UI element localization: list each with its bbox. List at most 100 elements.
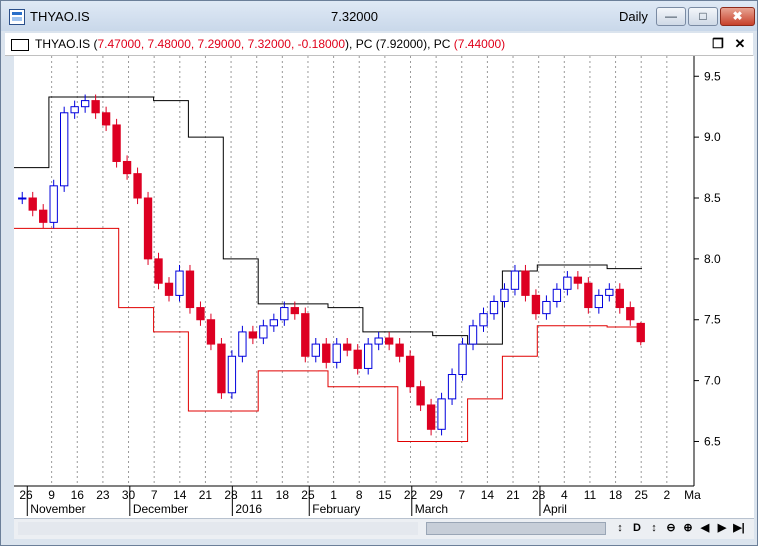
candle-body bbox=[552, 288, 562, 302]
candle-body bbox=[521, 270, 530, 296]
y-tick-label: 7.5 bbox=[704, 313, 721, 327]
x-tick-label: 15 bbox=[378, 488, 392, 502]
legend-symbol: THYAO.IS bbox=[35, 37, 91, 51]
candle-body bbox=[468, 325, 478, 345]
x-tick-label: 16 bbox=[71, 488, 85, 502]
scroll-right-icon[interactable]: ▶ bbox=[714, 521, 730, 536]
candle-body bbox=[626, 307, 635, 321]
x-month-label: April bbox=[543, 502, 567, 516]
candle-body bbox=[164, 282, 174, 296]
scroll-track[interactable] bbox=[18, 522, 418, 535]
x-month-label: 2016 bbox=[235, 502, 262, 516]
y-tick-label: 9.0 bbox=[704, 130, 721, 144]
candle-body bbox=[259, 325, 268, 339]
chart-scrollbar[interactable]: ↕ D ↕ ⊖ ⊕ ◀ ▶ ▶| bbox=[14, 518, 754, 539]
candle-body bbox=[489, 300, 499, 315]
candlestick-chart[interactable]: 26 9 16 23 30 7 14 21 28 11 18 25 1 8 15 22 29 7 14 21 28 4 11… bbox=[14, 56, 754, 518]
chart-pane-icon bbox=[11, 39, 29, 51]
scroll-thumb[interactable] bbox=[426, 522, 606, 535]
candle-body bbox=[49, 185, 58, 223]
candle-body bbox=[60, 112, 69, 187]
candle-body bbox=[510, 270, 520, 290]
candle-body bbox=[217, 343, 226, 394]
x-tick-label: 25 bbox=[635, 488, 649, 502]
x-tick-label: Ma bbox=[684, 488, 701, 502]
scroll-vertical-icon[interactable]: ↕ bbox=[646, 521, 662, 536]
window-last-price: 7.32000 bbox=[331, 9, 378, 24]
chart-legend: THYAO.IS (7.47000, 7.48000, 7.29000, 7.3… bbox=[35, 37, 505, 51]
x-tick-label: 21 bbox=[199, 488, 213, 502]
close-pane-icon[interactable]: ✕ bbox=[731, 36, 749, 52]
candle-body bbox=[280, 307, 289, 321]
chart-background bbox=[14, 56, 754, 518]
candle-body bbox=[196, 307, 205, 321]
vertical-resize-icon[interactable]: ↕ bbox=[612, 521, 628, 536]
candle-body bbox=[447, 374, 457, 400]
candle-body bbox=[353, 349, 362, 369]
candle-body bbox=[458, 343, 467, 376]
x-tick-label: 23 bbox=[96, 488, 110, 502]
candle-body bbox=[18, 197, 27, 200]
zoom-in-icon[interactable]: ⊕ bbox=[680, 521, 696, 536]
minimize-button[interactable]: — bbox=[656, 7, 686, 26]
x-tick-label: 29 bbox=[429, 488, 443, 502]
scroll-left-icon[interactable]: ◀ bbox=[697, 521, 713, 536]
y-tick-label: 6.5 bbox=[704, 434, 721, 448]
period-d-button[interactable]: D bbox=[629, 521, 645, 536]
candle-body bbox=[615, 288, 624, 309]
x-tick-label: 18 bbox=[276, 488, 290, 502]
x-tick-label: 11 bbox=[584, 488, 597, 502]
x-tick-label: 14 bbox=[481, 488, 495, 502]
candle-body bbox=[91, 100, 100, 114]
x-tick-label: 28 bbox=[224, 488, 238, 502]
candle-body bbox=[332, 343, 341, 363]
candle-body bbox=[133, 173, 142, 199]
legend-pc2-label: , PC bbox=[427, 37, 451, 51]
x-tick-label: 4 bbox=[561, 488, 568, 502]
chart-legend-bar: THYAO.IS (7.47000, 7.48000, 7.29000, 7.3… bbox=[5, 33, 753, 56]
candle-body bbox=[70, 106, 79, 114]
legend-close-paren: ), bbox=[345, 37, 353, 51]
close-button[interactable]: ✖ bbox=[720, 7, 755, 26]
candle-body bbox=[594, 294, 603, 309]
candle-body bbox=[573, 276, 583, 284]
candle-body bbox=[364, 343, 373, 369]
candle-body bbox=[636, 322, 645, 343]
x-month-label: February bbox=[312, 502, 360, 516]
legend-pc1-label: PC bbox=[355, 37, 373, 51]
chart-window: THYAO.IS 7.32000 Daily — □ ✖ THYAO.IS (7… bbox=[0, 0, 758, 546]
y-tick-label: 7.0 bbox=[704, 374, 721, 388]
candle-body bbox=[290, 307, 299, 315]
x-month-label: November bbox=[30, 502, 85, 516]
legend-pc2-value: (7.44000) bbox=[453, 37, 506, 51]
candle-body bbox=[227, 355, 237, 394]
scroll-end-icon[interactable]: ▶| bbox=[731, 521, 747, 536]
x-tick-label: 2 bbox=[663, 488, 670, 502]
legend-ohlc-values: 7.47000, 7.48000, 7.29000, 7.32000, -0.1… bbox=[97, 37, 346, 51]
x-tick-label: 1 bbox=[330, 488, 337, 502]
candle-body bbox=[39, 209, 48, 223]
y-tick-label: 8.5 bbox=[704, 191, 721, 205]
restore-pane-icon[interactable]: ❐ bbox=[709, 36, 727, 52]
candle-body bbox=[395, 343, 404, 357]
legend-pc1-value: (7.92000) bbox=[375, 37, 428, 51]
x-month-label: December bbox=[133, 502, 188, 516]
title-bar[interactable]: THYAO.IS 7.32000 Daily — □ ✖ bbox=[1, 1, 757, 31]
candle-body bbox=[542, 300, 551, 315]
x-tick-label: 26 bbox=[19, 488, 33, 502]
zoom-out-icon[interactable]: ⊖ bbox=[663, 521, 679, 536]
window-period[interactable]: Daily bbox=[619, 9, 648, 24]
candle-body bbox=[175, 270, 184, 296]
x-tick-label: 28 bbox=[532, 488, 546, 502]
y-tick-label: 9.5 bbox=[704, 69, 721, 83]
candle-body bbox=[605, 288, 614, 296]
candle-body bbox=[437, 398, 446, 430]
candle-body bbox=[185, 270, 195, 309]
maximize-button[interactable]: □ bbox=[688, 7, 718, 26]
candle-body bbox=[80, 100, 90, 108]
candle-body bbox=[154, 258, 163, 284]
x-tick-label: 11 bbox=[250, 488, 263, 502]
candle-body bbox=[301, 313, 310, 357]
candle-body bbox=[563, 276, 572, 290]
candle-body bbox=[416, 386, 425, 406]
